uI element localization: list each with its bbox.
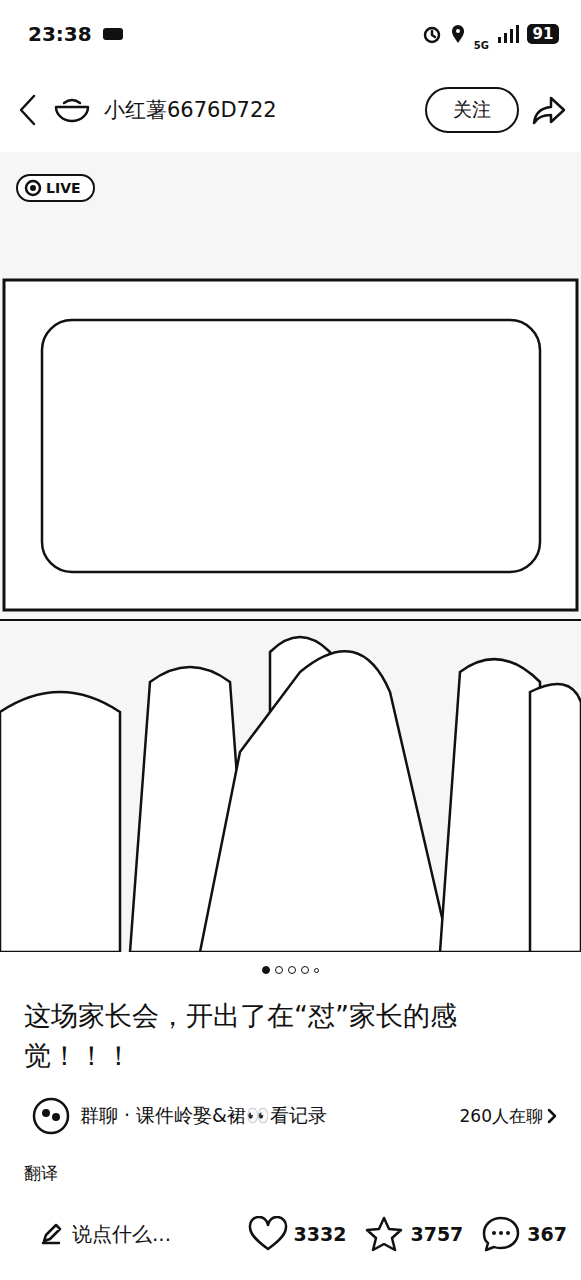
- group-avatar-icon: [32, 1097, 70, 1135]
- status-left: 23:38: [28, 22, 124, 46]
- star-icon: [364, 1215, 404, 1253]
- page-dot[interactable]: [301, 966, 309, 974]
- follow-button[interactable]: 关注: [425, 87, 519, 133]
- post-header: 小红薯6676D722 关注: [0, 68, 581, 152]
- share-icon[interactable]: [531, 94, 567, 126]
- like-button-count: 3332: [294, 1223, 347, 1245]
- comment-icon: [481, 1215, 521, 1253]
- post-image[interactable]: LIVE: [0, 152, 581, 952]
- group-chat-name[interactable]: 群聊 · 课件岭娶&裙👀看记录: [80, 1103, 450, 1129]
- alarm-icon: [422, 24, 442, 44]
- status-icons: 5G 91: [422, 18, 559, 51]
- page-dot[interactable]: [288, 966, 296, 974]
- battery-level: 91: [527, 24, 559, 44]
- online-count[interactable]: 260人在聊: [460, 1105, 557, 1128]
- page-dot[interactable]: [275, 966, 283, 974]
- pencil-icon: [40, 1223, 62, 1245]
- online-label: 260人在聊: [460, 1105, 543, 1128]
- comment-button[interactable]: 367: [481, 1215, 567, 1253]
- network-label: 5G: [474, 40, 489, 51]
- back-icon[interactable]: [16, 93, 40, 127]
- author-name[interactable]: 小红薯6676D722: [104, 96, 413, 124]
- comment-input[interactable]: 说点什么...: [40, 1221, 230, 1248]
- favorite-button[interactable]: 3757: [364, 1215, 463, 1253]
- page-dot[interactable]: [262, 966, 270, 974]
- location-icon: [450, 24, 466, 44]
- app-notification-icon: [102, 27, 124, 41]
- heart-icon: [248, 1216, 288, 1252]
- page-dot[interactable]: [314, 968, 319, 973]
- classroom-photo-icon: [0, 152, 581, 952]
- group-chat-row[interactable]: 群聊 · 课件岭娶&裙👀看记录 260人在聊: [0, 1076, 581, 1140]
- status-bar: 23:38 5G 91: [0, 0, 581, 68]
- live-badge: LIVE: [16, 174, 95, 202]
- live-icon: [24, 179, 42, 197]
- translate-link[interactable]: 翻译: [0, 1140, 581, 1185]
- avatar-icon[interactable]: [52, 95, 92, 125]
- like-button[interactable]: 3332: [248, 1216, 347, 1252]
- signal-icon: [497, 25, 519, 43]
- favorite-button-count: 3757: [410, 1223, 463, 1245]
- chevron-icon: [547, 1108, 557, 1124]
- post-title: 这场家长会，开出了在“怼”家长的感觉！！！: [0, 988, 581, 1076]
- comment-placeholder[interactable]: 说点什么...: [72, 1221, 171, 1248]
- live-label: LIVE: [46, 180, 81, 196]
- clock: 23:38: [28, 22, 92, 46]
- pagination: [0, 952, 581, 988]
- bottom-bar: 说点什么... 3332 3757 367: [0, 1204, 581, 1280]
- comment-button-count: 367: [527, 1223, 567, 1245]
